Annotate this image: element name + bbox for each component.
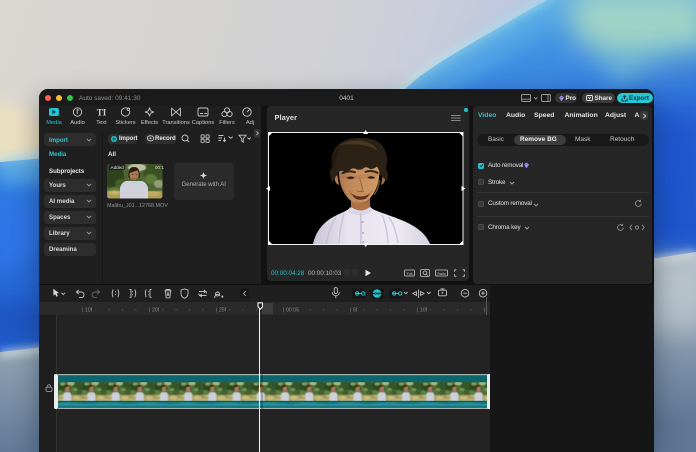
svg-text:| 25f: | 25f — [216, 307, 227, 313]
svg-text:| 5f: | 5f — [350, 307, 358, 313]
svg-text:| 00:05: | 00:05 — [283, 307, 299, 313]
svg-text:| 20f: | 20f — [149, 307, 160, 313]
svg-text:Full: Full — [407, 272, 413, 276]
svg-text:| 10f: | 10f — [82, 307, 93, 313]
svg-text:| 10f: | 10f — [417, 307, 428, 313]
svg-text:TI: TI — [97, 108, 107, 118]
svg-text:Ratio: Ratio — [437, 272, 445, 276]
